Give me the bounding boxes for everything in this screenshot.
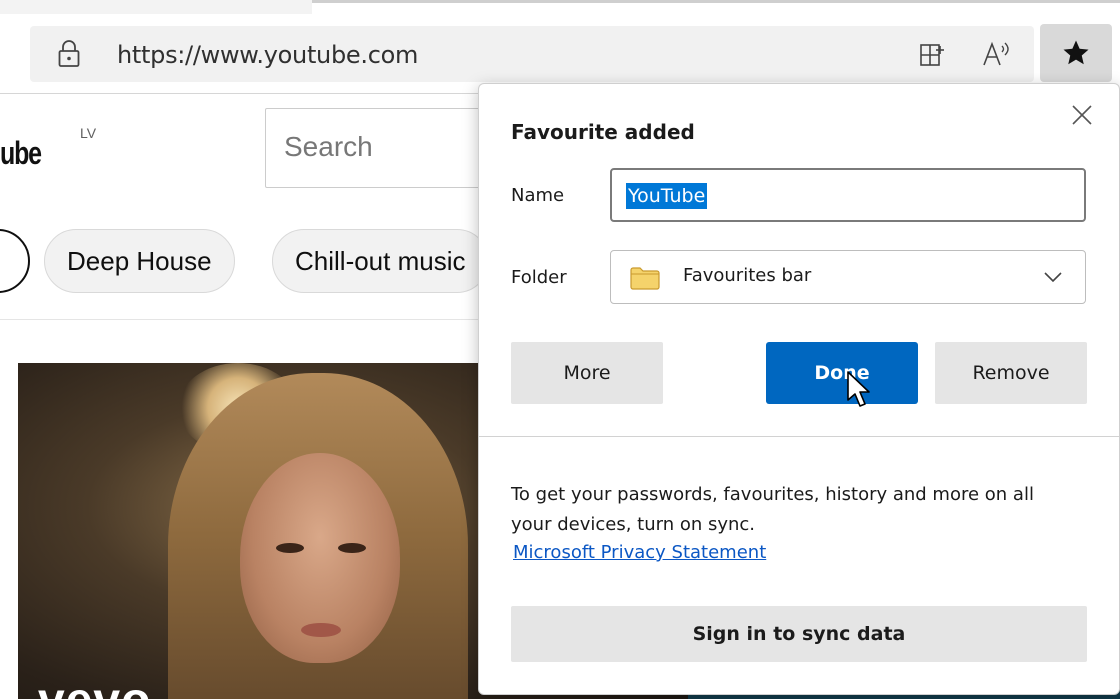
folder-icon: [629, 265, 661, 295]
star-filled-icon: [1063, 40, 1089, 65]
chevron-down-icon: [1041, 267, 1065, 291]
chip-partial[interactable]: [0, 229, 30, 293]
chip-deep-house[interactable]: Deep House: [44, 229, 235, 293]
remove-button[interactable]: Remove: [935, 342, 1087, 404]
thumbnail-eye: [338, 543, 366, 553]
address-url[interactable]: https://www.youtube.com: [117, 41, 418, 69]
divider: [0, 319, 500, 320]
youtube-logo[interactable]: ube: [0, 135, 42, 172]
close-icon[interactable]: [1069, 102, 1095, 128]
tab-strip: [0, 0, 1120, 14]
folder-dropdown[interactable]: Favourites bar: [610, 250, 1086, 304]
dialog-divider: [479, 436, 1119, 437]
chip-chill-out[interactable]: Chill-out music: [272, 229, 489, 293]
read-aloud-icon[interactable]: [976, 34, 1016, 74]
split-screen-icon[interactable]: [912, 34, 952, 74]
done-button[interactable]: Done: [766, 342, 918, 404]
folder-value: Favourites bar: [683, 265, 812, 286]
vevo-watermark: vevo: [38, 673, 151, 699]
browser-toolbar: https://www.youtube.com: [0, 14, 1120, 94]
more-button[interactable]: More: [511, 342, 663, 404]
active-tab-edge: [312, 0, 1120, 14]
search-placeholder: Search: [284, 131, 373, 162]
favourite-added-dialog: Favourite added Name YouTube Folder Favo…: [478, 83, 1120, 695]
sign-in-sync-button[interactable]: Sign in to sync data: [511, 606, 1087, 662]
privacy-link[interactable]: Microsoft Privacy Statement: [513, 542, 766, 563]
name-field[interactable]: YouTube: [610, 168, 1086, 222]
country-code: LV: [80, 125, 97, 141]
dialog-title: Favourite added: [511, 120, 695, 144]
favourite-star-button[interactable]: [1040, 24, 1112, 82]
thumbnail-lips: [301, 623, 341, 637]
lock-icon[interactable]: [58, 39, 80, 69]
name-value: YouTube: [626, 183, 708, 209]
folder-label: Folder: [511, 267, 567, 288]
thumbnail-eye: [276, 543, 304, 553]
name-label: Name: [511, 185, 565, 206]
sync-message: To get your passwords, favourites, histo…: [511, 484, 1034, 535]
mouse-pointer-icon: [845, 370, 873, 410]
